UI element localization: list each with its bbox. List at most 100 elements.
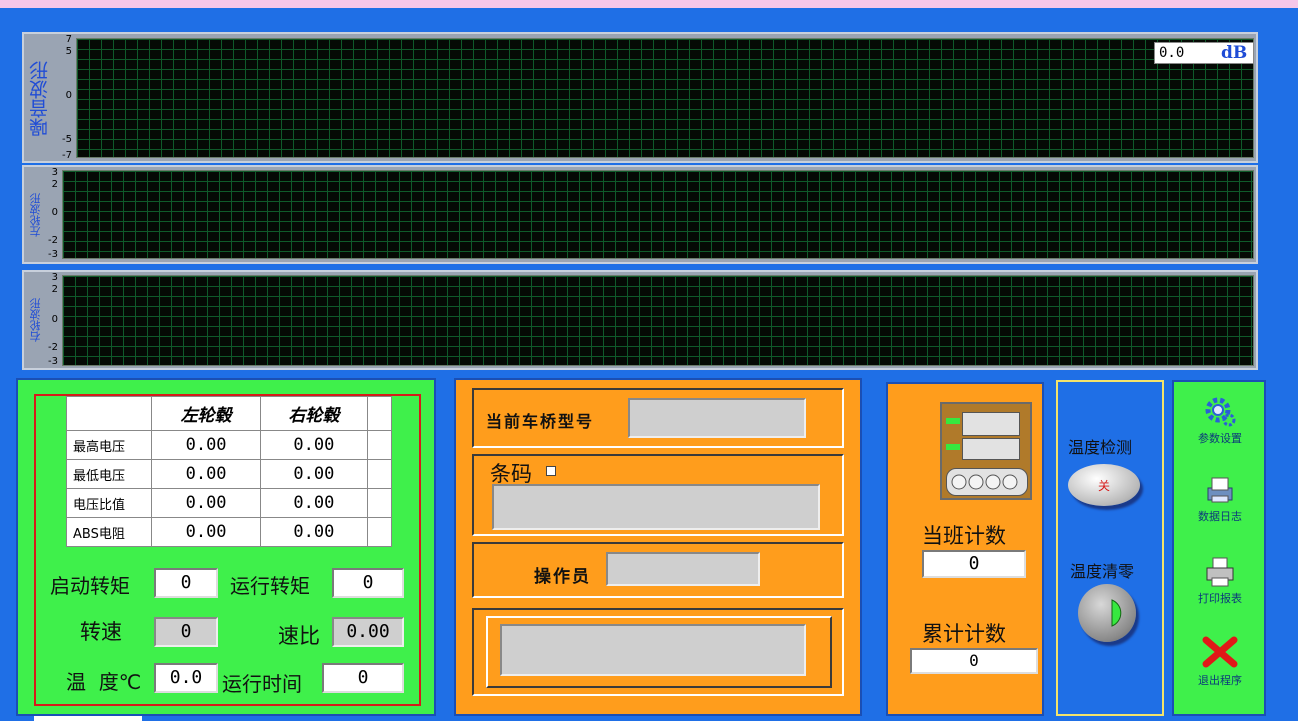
barcode-field[interactable]	[492, 484, 820, 530]
left-wheel-chart: 左轮波形 3 2 0 -2 -3	[22, 165, 1258, 264]
indicator-led	[946, 418, 960, 424]
start-torque-label: 启动转矩	[50, 574, 130, 598]
table-cell-empty	[366, 459, 393, 489]
noise-chart: 噪音波形 7 5 0 -5 -7 0.0 dB	[22, 32, 1258, 163]
table-cell[interactable]: 0.00	[151, 488, 261, 518]
table-cell[interactable]: 0.00	[151, 430, 261, 460]
ratio-field: 0.00	[332, 617, 404, 647]
tick: -3	[48, 356, 58, 367]
tick: 5	[65, 46, 72, 57]
tick: 3	[51, 167, 58, 178]
exit-button[interactable]: 退出程序	[1180, 636, 1260, 694]
temperature-field: 0.0	[154, 663, 218, 693]
printer-log-icon	[1207, 477, 1233, 503]
operator-field[interactable]	[606, 552, 760, 586]
table-row-label: 最低电压	[65, 459, 153, 489]
run-torque-label: 运行转矩	[230, 574, 310, 598]
right-chart-ticks: 3 2 0 -2 -3	[40, 272, 60, 368]
barcode-checkbox[interactable]	[546, 466, 556, 476]
temperature-reset-button[interactable]	[1078, 584, 1136, 642]
printer-icon	[1206, 557, 1234, 587]
noise-chart-ticks: 7 5 0 -5 -7	[54, 34, 74, 161]
right-wheel-chart: 右轮波形 3 2 0 -2 -3	[22, 270, 1258, 370]
tick: 0	[51, 207, 58, 218]
model-label: 当前车桥型号	[486, 412, 595, 431]
tick: 0	[51, 314, 58, 325]
action-sidebar: 参数设置 数据日志 打印报表 退出程序	[1172, 380, 1266, 716]
close-icon	[1202, 636, 1238, 668]
model-box: 当前车桥型号	[472, 388, 844, 448]
temperature-detect-switch[interactable]: 关	[1068, 464, 1140, 506]
table-cell[interactable]: 0.00	[151, 459, 261, 489]
table-cell-empty	[366, 430, 393, 460]
noise-chart-ylabel: 噪音波形	[29, 61, 51, 137]
model-field[interactable]	[628, 398, 806, 438]
table-cell[interactable]: 0.00	[259, 517, 368, 547]
settings-button[interactable]: 参数设置	[1180, 392, 1260, 450]
machine-icon	[940, 402, 1032, 500]
table-cell[interactable]: 0.00	[259, 459, 368, 489]
shift-count-label: 当班计数	[922, 524, 1006, 548]
message-box	[472, 608, 844, 696]
left-chart-ticks: 3 2 0 -2 -3	[40, 167, 60, 262]
barcode-box: 条码	[472, 454, 844, 536]
table-cell[interactable]: 0.00	[151, 517, 261, 547]
table-header-right: 右轮毂	[259, 396, 368, 431]
temperature-reset-label: 温度清零	[1070, 562, 1135, 581]
product-panel: 当前车桥型号 条码 操作员	[454, 378, 862, 716]
tick: 0	[65, 90, 72, 101]
noise-plot-area[interactable]	[76, 38, 1254, 158]
right-plot-area[interactable]	[62, 275, 1254, 366]
speed-field: 0	[154, 617, 218, 647]
rollers-icon	[951, 474, 1018, 490]
message-field	[500, 624, 806, 676]
gear-icon	[1205, 397, 1236, 427]
table-row-label: ABS电阻	[65, 517, 153, 547]
noise-readout-value: 0.0	[1159, 45, 1185, 61]
total-count-field: 0	[910, 648, 1038, 674]
table-cell-empty	[366, 396, 393, 431]
roller-bar	[946, 468, 1028, 496]
start-torque-field[interactable]: 0	[154, 568, 218, 598]
table-row-label: 电压比值	[65, 488, 153, 518]
table-cell-empty	[366, 517, 393, 547]
tick: 2	[51, 284, 58, 295]
table-cell[interactable]: 0.00	[259, 430, 368, 460]
machine-screen-bottom	[962, 438, 1020, 460]
table-cell-empty	[366, 488, 393, 518]
tick: -3	[48, 249, 58, 260]
run-torque-field[interactable]: 0	[332, 568, 404, 598]
noise-readout: 0.0 dB	[1154, 42, 1254, 64]
speed-label: 转速	[80, 620, 122, 644]
status-stub	[34, 716, 142, 721]
message-frame	[486, 616, 832, 688]
table-header-left: 左轮毂	[151, 396, 261, 431]
tick: -2	[48, 235, 58, 246]
ratio-label: 速比	[278, 624, 320, 648]
tick: -2	[48, 342, 58, 353]
print-report-label: 打印报表	[1198, 592, 1242, 605]
machine-screen-top	[962, 412, 1020, 436]
shift-count-field: 0	[922, 550, 1026, 578]
left-plot-area[interactable]	[62, 170, 1254, 259]
tick: 7	[65, 34, 72, 45]
noise-readout-unit: dB	[1221, 43, 1248, 63]
counter-panel: 当班计数 0 累计计数 0	[886, 382, 1044, 716]
voltage-table: 左轮毂 右轮毂 最高电压 0.00 0.00 最低电压 0.00 0.00 电压…	[65, 396, 393, 547]
table-row-label: 最高电压	[65, 430, 153, 460]
tick: -7	[62, 150, 72, 161]
table-cell[interactable]: 0.00	[259, 488, 368, 518]
indicator-led	[946, 444, 960, 450]
data-log-button[interactable]: 数据日志	[1180, 470, 1260, 528]
temperature-panel: 温度检测 关 温度清零	[1056, 380, 1164, 716]
tick: 2	[51, 179, 58, 190]
measurement-panel: 左轮毂 右轮毂 最高电压 0.00 0.00 最低电压 0.00 0.00 电压…	[16, 378, 436, 716]
table-corner	[65, 396, 153, 431]
print-report-button[interactable]: 打印报表	[1180, 552, 1260, 610]
tick: 3	[51, 272, 58, 283]
switch-state-text: 关	[1098, 479, 1111, 493]
temperature-detect-label: 温度检测	[1068, 438, 1133, 457]
exit-label: 退出程序	[1198, 674, 1242, 687]
tick: -5	[62, 134, 72, 145]
runtime-field: 0	[322, 663, 404, 693]
